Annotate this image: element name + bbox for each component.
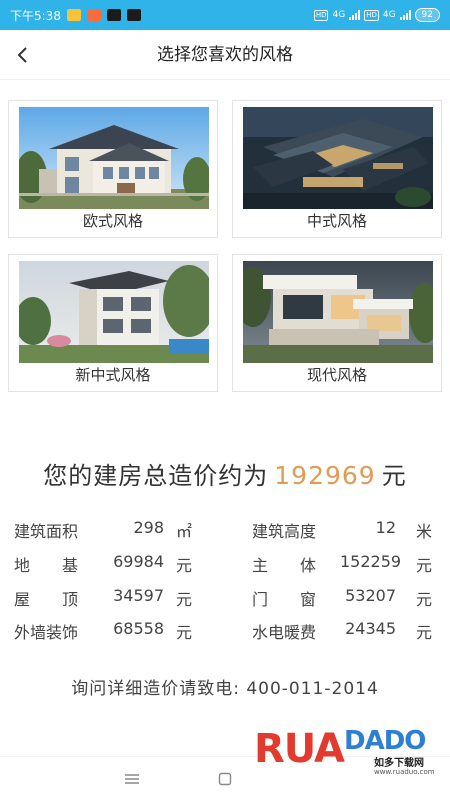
detail-unit: 元 [176,556,193,575]
status-bar: 下午5:38 HD 4G HD 4G 92 [0,0,450,30]
signal-icon [349,10,361,20]
style-card-european[interactable]: 欧式风格 [8,100,218,238]
detail-unit: 元 [416,556,433,575]
page-title: 选择您喜欢的风格 [157,45,293,65]
total-cost-label: 您的建房总造价约为 [43,462,269,490]
detail-unit: 元 [416,623,433,642]
detail-value: 34597 [113,586,164,605]
home-square-icon [218,772,232,786]
tiktok-icon [126,9,141,21]
menu-icon [125,774,139,784]
detail-value: 298 [133,518,164,537]
style-card-new-chinese[interactable]: 新中式风格 [8,254,218,392]
notification-app-icon [86,9,101,21]
header: 选择您喜欢的风格 [0,30,450,80]
battery-indicator: 92 [414,8,440,22]
detail-row: 建筑面积 298 ㎡ 建筑高度 12 米 [14,518,436,548]
style-card-modern[interactable]: 现代风格 [232,254,442,392]
detail-value: 53207 [345,586,396,605]
detail-label: 屋 顶 [14,590,79,609]
network-type: 4G [332,10,346,20]
status-time: 下午5:38 [10,8,61,23]
hd-badge: HD [364,9,379,21]
detail-unit: ㎡ [176,522,193,541]
detail-value: 24345 [345,619,396,638]
detail-unit: 元 [176,590,193,609]
site-watermark-logo: RUADADO 如多下载网 www.ruaduo.com [254,726,435,776]
total-cost-amount: 192969 [274,461,376,490]
signal-icon [399,10,411,20]
detail-label: 地 基 [14,556,79,575]
detail-row: 地 基 69984 元 主 体 152259 元 [14,552,436,582]
style-card-label: 现代风格 [306,366,367,384]
watermark-cn-text: 如多下载网 [374,758,424,769]
detail-label: 建筑面积 [14,522,79,541]
tiktok-icon [106,9,121,21]
watermark-url: www.ruaduo.com [374,768,435,776]
detail-label: 建筑高度 [252,522,317,541]
detail-unit: 元 [416,590,433,609]
detail-label: 水电暖费 [252,623,317,642]
contact-line: 询问详细造价请致电: 400-011-2014 [0,674,450,699]
style-card-chinese[interactable]: 中式风格 [232,100,442,238]
home-button[interactable] [213,769,237,789]
menu-button[interactable] [120,769,144,789]
network-type: 4G [382,10,396,20]
style-card-label: 新中式风格 [75,366,151,384]
detail-unit: 米 [416,522,433,541]
chinese-courtyard-image [243,107,433,209]
detail-value: 152259 [340,552,402,571]
style-card-label: 中式风格 [306,212,367,230]
style-card-label: 欧式风格 [82,212,143,230]
back-button[interactable] [8,40,38,70]
notification-app-icon [66,9,81,21]
contact-label: 询问详细造价请致电: [71,679,240,699]
phone-number-link[interactable]: 400-011-2014 [246,679,378,699]
detail-row: 屋 顶 34597 元 门 窗 53207 元 [14,586,436,616]
total-cost: 您的建房总造价约为 192969 元 [0,456,450,491]
detail-label: 外墙装饰 [14,623,79,642]
detail-value: 68558 [113,619,164,638]
detail-value: 12 [375,518,396,537]
european-villa-image [19,107,209,209]
detail-row: 外墙装饰 68558 元 水电暖费 24345 元 [14,619,436,649]
detail-value: 69984 [113,552,164,571]
new-chinese-villa-image [19,261,209,363]
total-cost-unit: 元 [381,462,407,490]
detail-unit: 元 [176,623,193,642]
detail-label: 主 体 [252,556,317,575]
modern-villa-image [243,261,433,363]
hd-badge: HD [313,9,329,21]
detail-label: 门 窗 [252,590,317,609]
chevron-left-icon [17,47,27,63]
